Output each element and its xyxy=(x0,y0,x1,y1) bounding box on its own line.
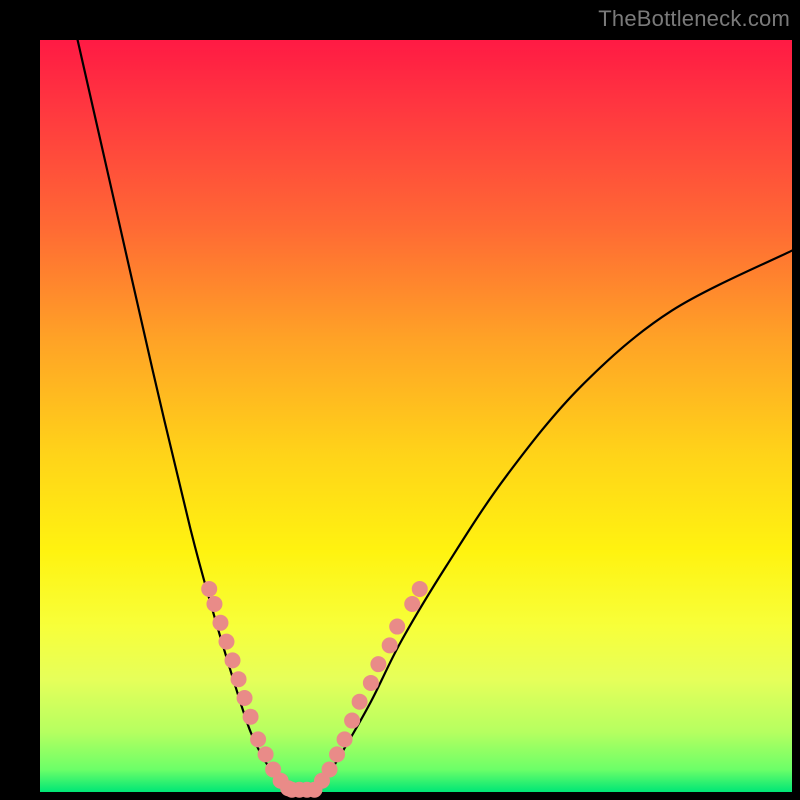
data-point xyxy=(344,713,360,729)
data-point xyxy=(389,619,405,635)
plot-area xyxy=(40,40,792,792)
chart-frame: TheBottleneck.com xyxy=(0,0,800,800)
curve-right-branch xyxy=(311,251,792,789)
data-point xyxy=(329,746,345,762)
data-point xyxy=(322,761,338,777)
data-point xyxy=(352,694,368,710)
data-point xyxy=(370,656,386,672)
curve-left-branch xyxy=(78,40,296,788)
data-point xyxy=(206,596,222,612)
data-point xyxy=(404,596,420,612)
watermark-text: TheBottleneck.com xyxy=(598,6,790,32)
data-point xyxy=(218,634,234,650)
data-point xyxy=(382,637,398,653)
data-point xyxy=(225,652,241,668)
data-point xyxy=(201,581,217,597)
data-point xyxy=(231,671,247,687)
data-point xyxy=(363,675,379,691)
data-point xyxy=(337,731,353,747)
data-point xyxy=(243,709,259,725)
data-point xyxy=(212,615,228,631)
data-point xyxy=(412,581,428,597)
line-series-group xyxy=(78,40,792,788)
scatter-series-group xyxy=(201,581,428,798)
data-point xyxy=(258,746,274,762)
data-point xyxy=(237,690,253,706)
chart-svg xyxy=(40,40,792,792)
data-point xyxy=(250,731,266,747)
